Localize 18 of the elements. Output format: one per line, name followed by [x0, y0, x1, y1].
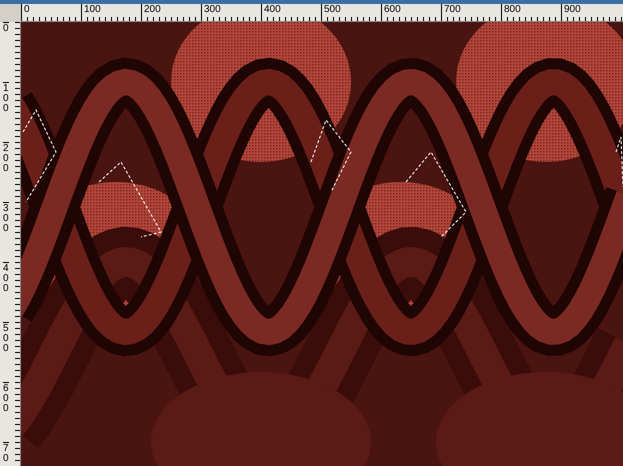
ruler-label: 100 [81, 4, 141, 17]
ruler-label: 0 [3, 22, 9, 82]
ruler-label: 600 [381, 4, 441, 17]
ruler-label: 600 [3, 382, 9, 442]
ruler-label: 400 [261, 4, 321, 17]
ruler-label: 300 [3, 202, 9, 262]
ruler-label: 500 [321, 4, 381, 17]
ruler-label: 0 [21, 4, 81, 17]
ruler-label: 70 [3, 442, 9, 466]
ruler-label: 200 [141, 4, 201, 17]
ruler-label: 400 [3, 262, 9, 322]
ruler-label: 700 [441, 4, 501, 17]
ruler-label: 200 [3, 142, 9, 202]
ruler-label: 300 [201, 4, 261, 17]
ruler-label: 900 [561, 4, 621, 17]
ruler-label: 800 [501, 4, 561, 17]
ruler-label: 500 [3, 322, 9, 382]
ruler-label: 100 [3, 82, 9, 142]
